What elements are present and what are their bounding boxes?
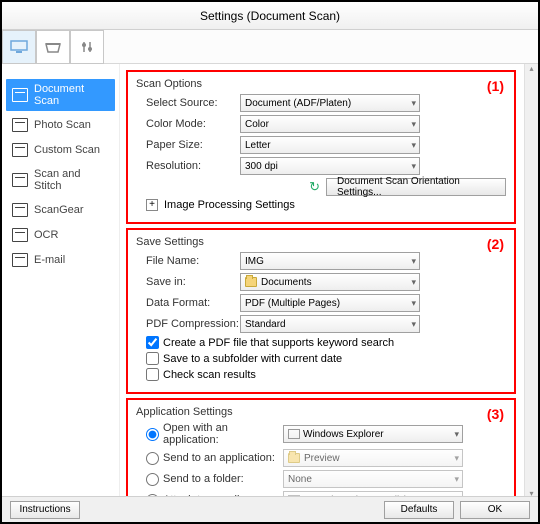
send-to-folder-label: Send to a folder: [163,473,283,485]
folder-icon [245,277,257,287]
pdf-compression-label: PDF Compression: [136,318,240,330]
folder-icon [288,453,300,463]
email-icon [12,253,28,267]
sidebar-item-scangear[interactable]: ScanGear [6,199,115,221]
defaults-button[interactable]: Defaults [384,501,454,519]
file-name-label: File Name: [136,255,240,267]
save-settings-title: Save Settings [136,236,506,248]
image-processing-label: Image Processing Settings [164,199,295,211]
color-mode-combo[interactable]: Color [240,115,420,133]
sidebar-item-custom-scan[interactable]: Custom Scan [6,139,115,161]
save-in-label: Save in: [136,276,240,288]
check-results-checkbox[interactable] [146,368,159,381]
color-mode-label: Color Mode: [136,118,240,130]
pdf-compression-combo[interactable]: Standard [240,315,420,333]
send-to-folder-radio[interactable] [146,473,159,486]
app-icon [288,429,300,439]
save-in-combo[interactable]: Documents [240,273,420,291]
data-format-combo[interactable]: PDF (Multiple Pages) [240,294,420,312]
scan-options-group: (1) Scan Options Select Source:Document … [126,70,516,224]
resolution-label: Resolution: [136,160,240,172]
save-settings-group: (2) Save Settings File Name:IMG Save in:… [126,228,516,394]
paper-size-label: Paper Size: [136,139,240,151]
sidebar-item-email[interactable]: E-mail [6,249,115,271]
send-to-app-label: Send to an application: [163,452,283,464]
tab-pc[interactable] [2,30,36,64]
send-to-folder-combo[interactable]: None [283,470,463,488]
title-bar: Settings (Document Scan) [2,2,538,30]
application-settings-group: (3) Application Settings Open with an ap… [126,398,516,498]
sidebar-item-document-scan[interactable]: Document Scan [6,79,115,111]
send-to-app-radio[interactable] [146,452,159,465]
tab-scanner[interactable] [36,30,70,64]
sidebar-item-photo-scan[interactable]: Photo Scan [6,114,115,136]
scanner-icon [44,40,62,54]
open-with-combo[interactable]: Windows Explorer [283,425,463,443]
application-settings-title: Application Settings [136,406,506,418]
scangear-icon [12,203,28,217]
group-number-3: (3) [487,406,504,422]
select-source-combo[interactable]: Document (ADF/Platen) [240,94,420,112]
top-tabs [2,30,538,64]
subfolder-date-checkbox[interactable] [146,352,159,365]
expand-icon[interactable]: + [146,199,158,211]
monitor-icon [10,40,28,54]
document-icon [12,88,28,102]
file-name-combo[interactable]: IMG [240,252,420,270]
sliders-icon [78,40,96,54]
open-with-radio[interactable] [146,428,159,441]
sidebar-item-scan-and-stitch[interactable]: Scan and Stitch [6,164,115,196]
main-panel: (1) Scan Options Select Source:Document … [120,64,538,498]
window-title: Settings (Document Scan) [200,9,340,23]
footer: Instructions Defaults OK [2,496,538,522]
subfolder-date-label: Save to a subfolder with current date [163,353,342,365]
open-with-label: Open with an application: [163,422,283,446]
scan-options-title: Scan Options [136,78,506,90]
stitch-icon [12,173,28,187]
custom-icon [12,143,28,157]
group-number-2: (2) [487,236,504,252]
ok-button[interactable]: OK [460,501,530,519]
keyword-search-checkbox[interactable] [146,336,159,349]
keyword-search-label: Create a PDF file that supports keyword … [163,337,394,349]
paper-size-combo[interactable]: Letter [240,136,420,154]
resolution-combo[interactable]: 300 dpi [240,157,420,175]
photo-icon [12,118,28,132]
check-results-label: Check scan results [163,369,256,381]
orientation-settings-button[interactable]: Document Scan Orientation Settings... [326,178,506,196]
refresh-icon[interactable]: ↻ [309,179,320,195]
ocr-icon [12,228,28,242]
select-source-label: Select Source: [136,97,240,109]
send-to-app-combo[interactable]: Preview [283,449,463,467]
tab-tools[interactable] [70,30,104,64]
vertical-scrollbar[interactable] [524,64,538,498]
sidebar-item-ocr[interactable]: OCR [6,224,115,246]
sidebar: Document Scan Photo Scan Custom Scan Sca… [2,64,120,498]
instructions-button[interactable]: Instructions [10,501,80,519]
data-format-label: Data Format: [136,297,240,309]
group-number-1: (1) [487,78,504,94]
